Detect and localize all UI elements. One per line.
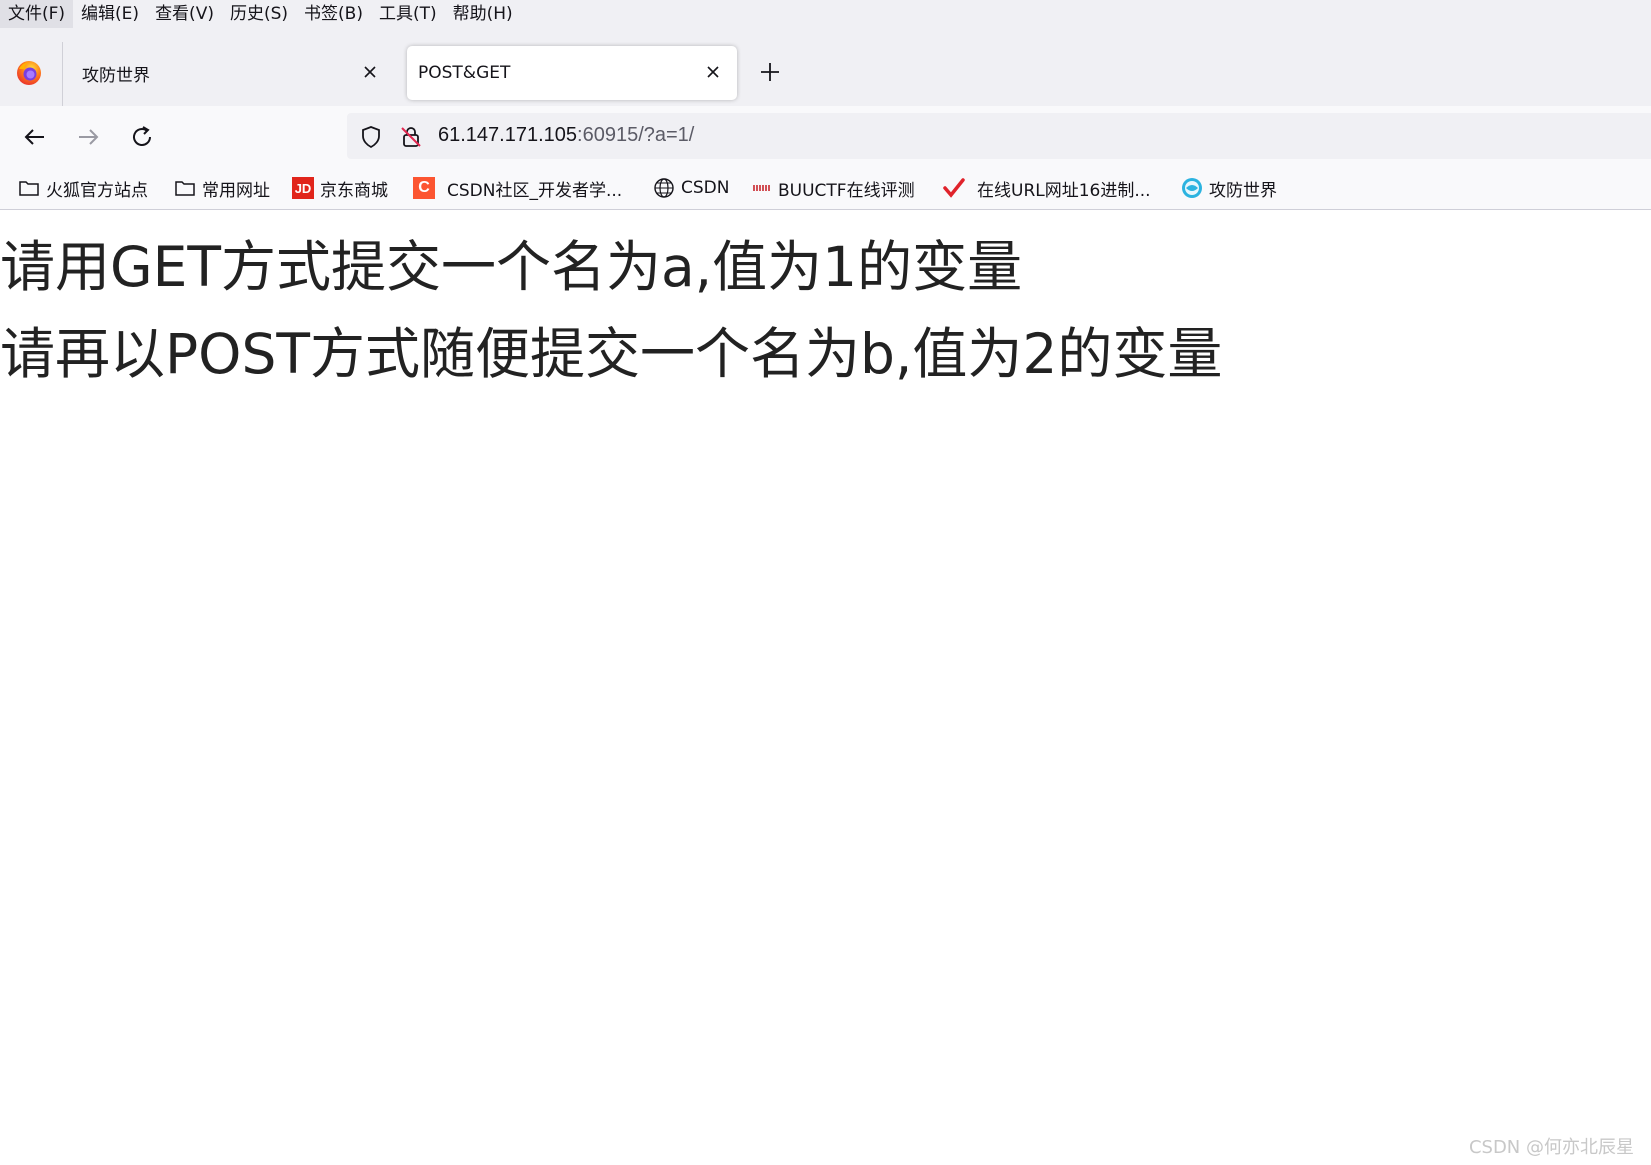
bookmark-csdn[interactable]: CSDN — [653, 176, 729, 200]
tab-label: 攻防世界 — [82, 65, 150, 86]
close-icon[interactable] — [360, 62, 380, 82]
menu-bookmarks[interactable]: 书签(B) — [296, 0, 371, 28]
bookmark-label: 常用网址 — [202, 180, 270, 201]
url-host: 61.147.171.105 — [438, 124, 578, 146]
new-tab-button[interactable] — [758, 60, 782, 84]
bookmark-label: 攻防世界 — [1209, 180, 1277, 201]
bookmark-label: 京东商城 — [320, 180, 388, 201]
bookmark-csdn-community[interactable]: C CSDN社区_开发者学... — [413, 176, 623, 201]
forward-icon[interactable] — [74, 123, 102, 151]
firefox-icon[interactable] — [16, 60, 42, 86]
bookmarks-toolbar: 火狐官方站点 常用网址 JD 京东商城 C CSDN社区_开发者学... CSD… — [0, 166, 1651, 210]
tab-adworld[interactable]: 攻防世界 — [62, 46, 394, 100]
buuctf-icon — [752, 177, 772, 199]
bookmark-firefox-official[interactable]: 火狐官方站点 — [18, 176, 148, 201]
menu-bar: 文件(F) 编辑(E) 查看(V) 历史(S) 书签(B) 工具(T) 帮助(H… — [0, 0, 1651, 28]
csdn-watermark: CSDN @何亦北辰星 — [1468, 1137, 1634, 1158]
tab-strip: 攻防世界 POST&GET — [0, 28, 1651, 106]
adworld-icon — [1181, 177, 1203, 199]
instruction-line-1: 请用GET方式提交一个名为a,值为1的变量 — [0, 235, 1023, 299]
bookmark-url-hex[interactable]: 在线URL网址16进制... — [943, 176, 1151, 201]
globe-icon — [653, 177, 675, 199]
menu-view[interactable]: 查看(V) — [147, 0, 222, 28]
shield-icon[interactable] — [359, 125, 383, 149]
bookmark-label: 火狐官方站点 — [46, 180, 148, 201]
url-text[interactable]: 61.147.171.105:60915/?a=1/ — [438, 124, 694, 147]
folder-icon — [174, 177, 196, 199]
menu-history[interactable]: 历史(S) — [222, 0, 296, 28]
url-bar[interactable]: 61.147.171.105:60915/?a=1/ — [347, 113, 1651, 159]
menu-help[interactable]: 帮助(H) — [445, 0, 521, 28]
folder-icon — [18, 177, 40, 199]
bookmark-label: BUUCTF在线评测 — [778, 180, 915, 201]
navigation-toolbar: 61.147.171.105:60915/?a=1/ — [0, 106, 1651, 166]
bookmark-label: 在线URL网址16进制... — [977, 180, 1151, 201]
checkmark-icon — [943, 177, 965, 199]
bookmark-label: CSDN — [681, 178, 730, 198]
bookmark-buuctf[interactable]: BUUCTF在线评测 — [752, 176, 915, 201]
bookmark-label: CSDN社区_开发者学... — [447, 180, 623, 201]
menu-file[interactable]: 文件(F) — [0, 0, 74, 28]
menu-tools[interactable]: 工具(T) — [371, 0, 445, 28]
close-icon[interactable] — [703, 62, 723, 82]
reload-icon[interactable] — [128, 123, 156, 151]
bookmark-jd[interactable]: JD 京东商城 — [292, 176, 388, 201]
back-icon[interactable] — [21, 123, 49, 151]
instruction-line-2: 请再以POST方式随便提交一个名为b,值为2的变量 — [0, 322, 1223, 386]
jd-icon: JD — [292, 177, 314, 199]
tab-label: POST&GET — [418, 63, 511, 83]
menu-edit[interactable]: 编辑(E) — [73, 0, 147, 28]
insecure-lock-icon[interactable] — [399, 125, 423, 149]
bookmark-adworld[interactable]: 攻防世界 — [1181, 176, 1277, 201]
url-path: :60915/?a=1/ — [577, 124, 695, 146]
bookmark-common-sites[interactable]: 常用网址 — [174, 176, 270, 201]
csdn-icon: C — [413, 177, 435, 199]
tab-post-get[interactable]: POST&GET — [407, 46, 737, 100]
